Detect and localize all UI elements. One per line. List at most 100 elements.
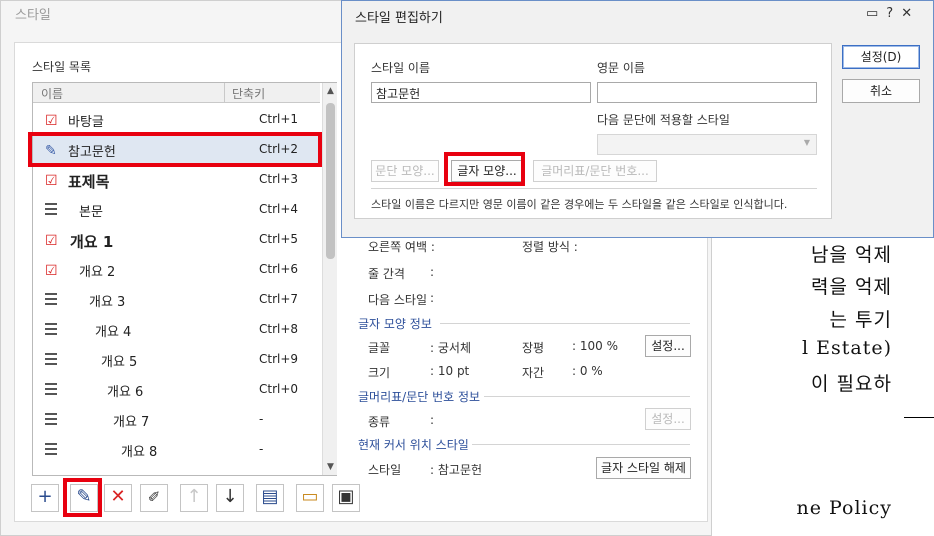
style-row-basic[interactable]: ☑ 바탕글 Ctrl+1 (33, 105, 320, 135)
style-shortcut: Ctrl+4 (259, 202, 299, 216)
move-down-button[interactable]: ↓ (216, 484, 244, 512)
kind-colon: : (430, 413, 435, 427)
comment-icon[interactable]: ▭ (866, 6, 886, 21)
close-icon[interactable]: ✕ (901, 6, 920, 21)
style-row-outline-3[interactable]: 개요 3 Ctrl+7 (33, 285, 320, 315)
style-row-outline-1[interactable]: ☑ 개요 1 Ctrl+5 (33, 225, 320, 255)
style-shortcut: Ctrl+7 (259, 292, 299, 306)
bullet-setting-button[interactable]: 설정... (645, 408, 691, 430)
cancel-button[interactable]: 취소 (842, 79, 920, 103)
style-name: 개요 4 (95, 325, 132, 340)
edit-style-dialog: 스타일 편집하기 ▭?✕ 스타일 이름 참고문헌 영문 이름 다음 문단에 적용… (341, 0, 934, 238)
style-shortcut: Ctrl+6 (259, 262, 299, 276)
style-row-outline-6[interactable]: 개요 6 Ctrl+0 (33, 375, 320, 405)
edit-dialog-title: 스타일 편집하기 (355, 11, 443, 26)
english-name-input[interactable] (597, 82, 817, 103)
paragraph-icon (45, 293, 57, 309)
save-style-button[interactable]: ▣ (332, 484, 360, 512)
ratio-label: 장평 (522, 341, 545, 355)
scroll-up-icon[interactable]: ▲ (323, 83, 338, 99)
delete-style-button[interactable]: ✕ (104, 484, 132, 512)
style-row-outline-8[interactable]: 개요 8 - (33, 435, 320, 465)
style-name: 표제목 (68, 173, 110, 191)
check-icon: ☑ (45, 233, 58, 249)
size-value: : 10 pt (430, 364, 470, 378)
style-name: 개요 5 (101, 355, 138, 370)
delete-icon: ✕ (110, 486, 126, 507)
list-scrollbar[interactable]: ▲ ▼ (322, 83, 337, 475)
style-shortcut: Ctrl+8 (259, 322, 299, 336)
name-note: 스타일 이름은 다르지만 영문 이름이 같은 경우에는 두 스타일을 같은 스타… (371, 198, 788, 211)
style-name: 개요 1 (70, 233, 114, 251)
kind-label: 종류 (368, 415, 391, 429)
style-list-label: 스타일 목록 (32, 60, 92, 74)
bullet-info-heading: 글머리표/문단 번호 정보 (358, 390, 481, 404)
style-name: 개요 2 (79, 265, 116, 280)
column-name[interactable]: 이름 (41, 85, 63, 102)
replace-style-button[interactable]: ✐ (140, 484, 168, 512)
english-name-label: 영문 이름 (597, 61, 645, 75)
next-style-colon: : (430, 291, 435, 305)
style-row-outline-2[interactable]: ☑ 개요 2 Ctrl+6 (33, 255, 320, 285)
paragraph-icon (45, 383, 57, 399)
open-style-button[interactable]: ▭ (296, 484, 324, 512)
paragraph-shape-button[interactable]: 문단 모양... (371, 160, 439, 182)
char-info-heading: 글자 모양 정보 (358, 317, 432, 331)
bullet-numbering-button[interactable]: 글머리표/문단 번호... (533, 160, 657, 182)
style-shortcut: Ctrl+1 (259, 112, 299, 126)
style-name-input[interactable]: 참고문헌 (371, 82, 591, 103)
import-icon: ▤ (261, 486, 279, 507)
check-icon: ☑ (45, 173, 58, 189)
move-up-button[interactable]: ↑ (180, 484, 208, 512)
title-icons: ▭?✕ (866, 6, 920, 21)
ok-button[interactable]: 설정(D) (842, 45, 920, 69)
style-row-body[interactable]: 본문 Ctrl+4 (33, 195, 320, 225)
check-icon: ☑ (45, 263, 58, 279)
import-style-button[interactable]: ▤ (256, 484, 284, 512)
save-icon: ▣ (337, 486, 355, 507)
paragraph-icon (45, 443, 57, 459)
next-paragraph-style-select[interactable]: ▼ (597, 134, 817, 155)
edit-dialog-panel: 스타일 이름 참고문헌 영문 이름 다음 문단에 적용할 스타일 ▼ 문단 모양… (354, 43, 832, 219)
divider (371, 188, 817, 189)
style-name: 바탕글 (68, 115, 104, 130)
divider (484, 396, 690, 397)
style-row-table-title[interactable]: ☑ 표제목 Ctrl+3 (33, 165, 320, 195)
style-row-outline-7[interactable]: 개요 7 - (33, 405, 320, 435)
doc-text-line: ne Policy (796, 497, 892, 519)
style-row-outline-4[interactable]: 개요 4 Ctrl+8 (33, 315, 320, 345)
add-style-button[interactable]: + (31, 484, 59, 512)
scroll-down-icon[interactable]: ▼ (323, 459, 338, 475)
style-shortcut: Ctrl+0 (259, 382, 299, 396)
doc-text-line: 이 필요하 (811, 373, 892, 395)
column-shortcut[interactable]: 단축키 (232, 85, 265, 102)
cursor-style-value: : 참고문헌 (430, 463, 483, 477)
divider (440, 323, 690, 324)
release-char-style-button[interactable]: 글자 스타일 해제 (596, 457, 691, 479)
style-shortcut: - (259, 412, 264, 426)
list-header: 이름 단축키 (33, 83, 320, 103)
doc-text-line: 남을 억제 (811, 244, 892, 266)
paragraph-icon (45, 323, 57, 339)
check-icon: ☑ (45, 113, 58, 129)
doc-rule (904, 417, 934, 418)
doc-text-line: l Estate) (802, 337, 892, 359)
highlight-edit-button (63, 478, 102, 517)
line-spacing-colon: : (430, 265, 435, 279)
column-divider[interactable] (224, 83, 225, 103)
style-name: 개요 8 (121, 445, 158, 460)
style-shortcut: - (259, 442, 264, 456)
chevron-down-icon: ▼ (803, 138, 810, 147)
right-margin-label: 오른쪽 여백 : (368, 240, 435, 254)
char-setting-button[interactable]: 설정... (645, 335, 691, 357)
line-spacing-label: 줄 간격 (368, 267, 405, 281)
scroll-thumb[interactable] (326, 103, 335, 259)
style-shortcut: Ctrl+9 (259, 352, 299, 366)
style-name: 본문 (79, 205, 103, 220)
style-row-outline-5[interactable]: 개요 5 Ctrl+9 (33, 345, 320, 375)
style-name: 개요 7 (113, 415, 150, 430)
style-shortcut: Ctrl+3 (259, 172, 299, 186)
cursor-style-label: 스타일 (368, 463, 402, 477)
paragraph-icon (45, 413, 57, 429)
help-icon[interactable]: ? (886, 6, 901, 21)
